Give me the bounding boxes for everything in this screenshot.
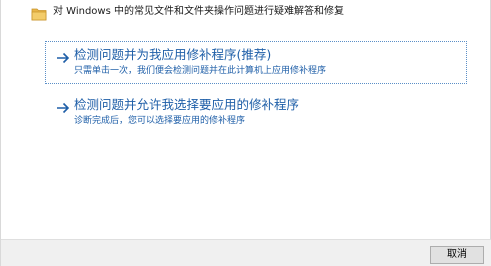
cancel-button[interactable]: 取消 (430, 246, 484, 264)
header: 对 Windows 中的常见文件和文件夹操作问题进行疑难解答和修复 (1, 0, 491, 28)
arrow-right-icon (56, 49, 70, 64)
footer-bar: 取消 (1, 239, 491, 266)
option-title: 检测问题并为我应用修补程序(推荐) (74, 47, 272, 62)
arrow-right-icon (56, 99, 70, 114)
option-description: 诊断完成后，您可以选择要应用的修补程序 (74, 116, 246, 126)
option-let-me-choose-fixes[interactable]: 检测问题并允许我选择要应用的修补程序 诊断完成后，您可以选择要应用的修补程序 (45, 91, 467, 134)
folder-icon (31, 6, 47, 21)
troubleshooter-window: 对 Windows 中的常见文件和文件夹操作问题进行疑难解答和修复 检测问题并为… (0, 0, 491, 266)
option-description: 只需单击一次，我们便会检测问题并在此计算机上应用修补程序 (74, 66, 327, 76)
option-apply-fixes-automatically[interactable]: 检测问题并为我应用修补程序(推荐) 只需单击一次，我们便会检测问题并在此计算机上… (45, 41, 467, 84)
option-title: 检测问题并允许我选择要应用的修补程序 (74, 97, 300, 112)
header-title: 对 Windows 中的常见文件和文件夹操作问题进行疑难解答和修复 (53, 6, 344, 17)
